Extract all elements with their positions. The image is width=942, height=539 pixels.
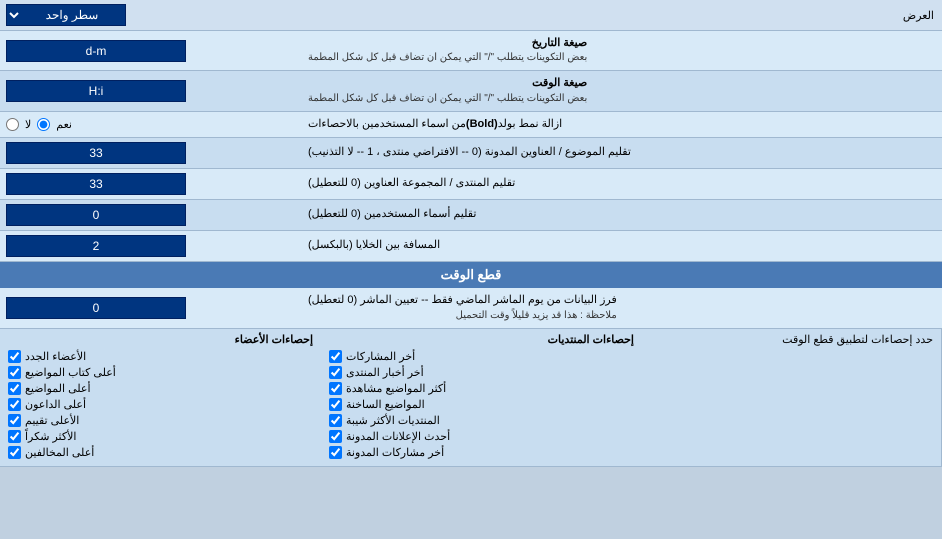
stat-label-6: أحدث الإعلانات المدونة <box>346 430 450 443</box>
stat-item-2: أخر أخبار المنتدى <box>329 366 634 379</box>
remove-bold-radio-group: نعم لا <box>6 118 72 131</box>
date-format-row: صيغة التاريخ بعض التكوينات يتطلب "/" الت… <box>0 31 942 71</box>
time-format-title: صيغة الوقت <box>308 76 587 91</box>
stat-label-7: أخر مشاركات المدونة <box>346 446 444 459</box>
cutoff-input[interactable] <box>6 297 186 319</box>
mstat-item-2: أعلى كتاب المواضيع <box>8 366 313 379</box>
header-row: العرض سطر واحد عدة سطور <box>0 0 942 31</box>
mstat-label-3: أعلى المواضيع <box>25 382 91 395</box>
usernames-input-cell <box>0 200 300 230</box>
mstat-check-6[interactable] <box>8 430 21 443</box>
stat-check-6[interactable] <box>329 430 342 443</box>
date-format-input-cell <box>0 31 300 70</box>
radio-no[interactable] <box>6 118 19 131</box>
mstat-item-1: الأعضاء الجدد <box>8 350 313 363</box>
mstat-label-6: الأكثر شكراً <box>25 430 76 443</box>
stat-check-5[interactable] <box>329 414 342 427</box>
stat-label-2: أخر أخبار المنتدى <box>346 366 424 379</box>
topic-subject-input-cell <box>0 138 300 168</box>
topic-subject-label: تقليم الموضوع / العناوين المدونة (0 -- ا… <box>300 138 942 168</box>
forum-group-label: تقليم المنتدى / المجموعة العناوين (0 للت… <box>300 169 942 199</box>
forum-group-row: تقليم المنتدى / المجموعة العناوين (0 للت… <box>0 169 942 200</box>
mstat-check-7[interactable] <box>8 446 21 459</box>
stat-item-3: أكثر المواضيع مشاهدة <box>329 382 634 395</box>
stats-section: حدد إحصاءات لتطبيق قطع الوقت إحصاءات الم… <box>0 329 942 467</box>
forum-stats-col: إحصاءات المنتديات أخر المشاركات أخر أخبا… <box>321 329 642 466</box>
date-format-note: بعض التكوينات يتطلب "/" التي يمكن ان تضا… <box>308 51 587 65</box>
stat-check-7[interactable] <box>329 446 342 459</box>
stat-item-1: أخر المشاركات <box>329 350 634 363</box>
forum-group-input-cell <box>0 169 300 199</box>
stat-check-4[interactable] <box>329 398 342 411</box>
mstat-label-2: أعلى كتاب المواضيع <box>25 366 116 379</box>
cutoff-label: فرز البيانات من يوم الماشر الماضي فقط --… <box>300 288 942 327</box>
mstat-item-4: أعلى الداعون <box>8 398 313 411</box>
mstat-label-7: أعلى المخالفين <box>25 446 94 459</box>
stats-main: حدد إحصاءات لتطبيق قطع الوقت إحصاءات الم… <box>0 329 942 466</box>
mstat-label-4: أعلى الداعون <box>25 398 86 411</box>
stat-item-4: المواضيع الساخنة <box>329 398 634 411</box>
cell-spacing-label: المسافة بين الخلايا (بالبكسل) <box>300 231 942 261</box>
stat-label-4: المواضيع الساخنة <box>346 398 425 411</box>
display-dropdown[interactable]: سطر واحد عدة سطور <box>6 4 126 26</box>
time-format-label: صيغة الوقت بعض التكوينات يتطلب "/" التي … <box>300 71 942 110</box>
stat-check-3[interactable] <box>329 382 342 395</box>
remove-bold-input-cell: نعم لا <box>0 112 300 137</box>
radio-yes-label: نعم <box>56 118 72 131</box>
time-format-row: صيغة الوقت بعض التكوينات يتطلب "/" التي … <box>0 71 942 111</box>
mstat-check-5[interactable] <box>8 414 21 427</box>
usernames-label: تقليم أسماء المستخدمين (0 للتعطيل) <box>300 200 942 230</box>
date-format-label: صيغة التاريخ بعض التكوينات يتطلب "/" الت… <box>300 31 942 70</box>
mstat-item-7: أعلى المخالفين <box>8 446 313 459</box>
stat-item-5: المنتديات الأكثر شيبة <box>329 414 634 427</box>
mstat-check-1[interactable] <box>8 350 21 363</box>
topic-subject-input[interactable] <box>6 142 186 164</box>
mstat-label-1: الأعضاء الجدد <box>25 350 86 363</box>
cutoff-title: قطع الوقت <box>441 267 502 282</box>
header-input-cell: سطر واحد عدة سطور <box>0 0 300 30</box>
date-format-input[interactable] <box>6 40 186 62</box>
stats-apply-label: حدد إحصاءات لتطبيق قطع الوقت <box>642 329 942 466</box>
radio-no-label: لا <box>25 118 31 131</box>
mstat-item-6: الأكثر شكراً <box>8 430 313 443</box>
topic-subject-row: تقليم الموضوع / العناوين المدونة (0 -- ا… <box>0 138 942 169</box>
stat-check-2[interactable] <box>329 366 342 379</box>
remove-bold-row: ازالة نمط بولد (Bold) من اسماء المستخدمي… <box>0 112 942 138</box>
cutoff-main-label: فرز البيانات من يوم الماشر الماضي فقط --… <box>308 293 617 308</box>
stat-item-7: أخر مشاركات المدونة <box>329 446 634 459</box>
forum-group-input[interactable] <box>6 173 186 195</box>
cell-spacing-input-cell <box>0 231 300 261</box>
time-format-input-cell <box>0 71 300 110</box>
forum-stats-header: إحصاءات المنتديات <box>329 333 634 346</box>
stat-item-6: أحدث الإعلانات المدونة <box>329 430 634 443</box>
member-stats-header: إحصاءات الأعضاء <box>8 333 313 346</box>
mstat-item-3: أعلى المواضيع <box>8 382 313 395</box>
time-format-note: بعض التكوينات يتطلب "/" التي يمكن ان تضا… <box>308 92 587 106</box>
stat-check-1[interactable] <box>329 350 342 363</box>
usernames-input[interactable] <box>6 204 186 226</box>
cell-spacing-input[interactable] <box>6 235 186 257</box>
radio-yes[interactable] <box>37 118 50 131</box>
cutoff-note: ملاحظة : هذا قد يزيد قليلاً وقت التحميل <box>308 309 617 323</box>
date-format-title: صيغة التاريخ <box>308 36 587 51</box>
mstat-check-2[interactable] <box>8 366 21 379</box>
mstat-item-5: الأعلى تقييم <box>8 414 313 427</box>
cutoff-row: فرز البيانات من يوم الماشر الماضي فقط --… <box>0 288 942 328</box>
stat-label-5: المنتديات الأكثر شيبة <box>346 414 440 427</box>
cutoff-section-header: قطع الوقت <box>0 262 942 288</box>
mstat-check-3[interactable] <box>8 382 21 395</box>
cutoff-input-cell <box>0 288 300 327</box>
mstat-label-5: الأعلى تقييم <box>25 414 79 427</box>
remove-bold-label: ازالة نمط بولد (Bold) من اسماء المستخدمي… <box>300 112 942 137</box>
cell-spacing-row: المسافة بين الخلايا (بالبكسل) <box>0 231 942 262</box>
stat-label-1: أخر المشاركات <box>346 350 415 363</box>
usernames-row: تقليم أسماء المستخدمين (0 للتعطيل) <box>0 200 942 231</box>
header-label: العرض <box>300 4 942 27</box>
mstat-check-4[interactable] <box>8 398 21 411</box>
time-format-input[interactable] <box>6 80 186 102</box>
member-stats-col: إحصاءات الأعضاء الأعضاء الجدد أعلى كتاب … <box>0 329 321 466</box>
stat-label-3: أكثر المواضيع مشاهدة <box>346 382 446 395</box>
